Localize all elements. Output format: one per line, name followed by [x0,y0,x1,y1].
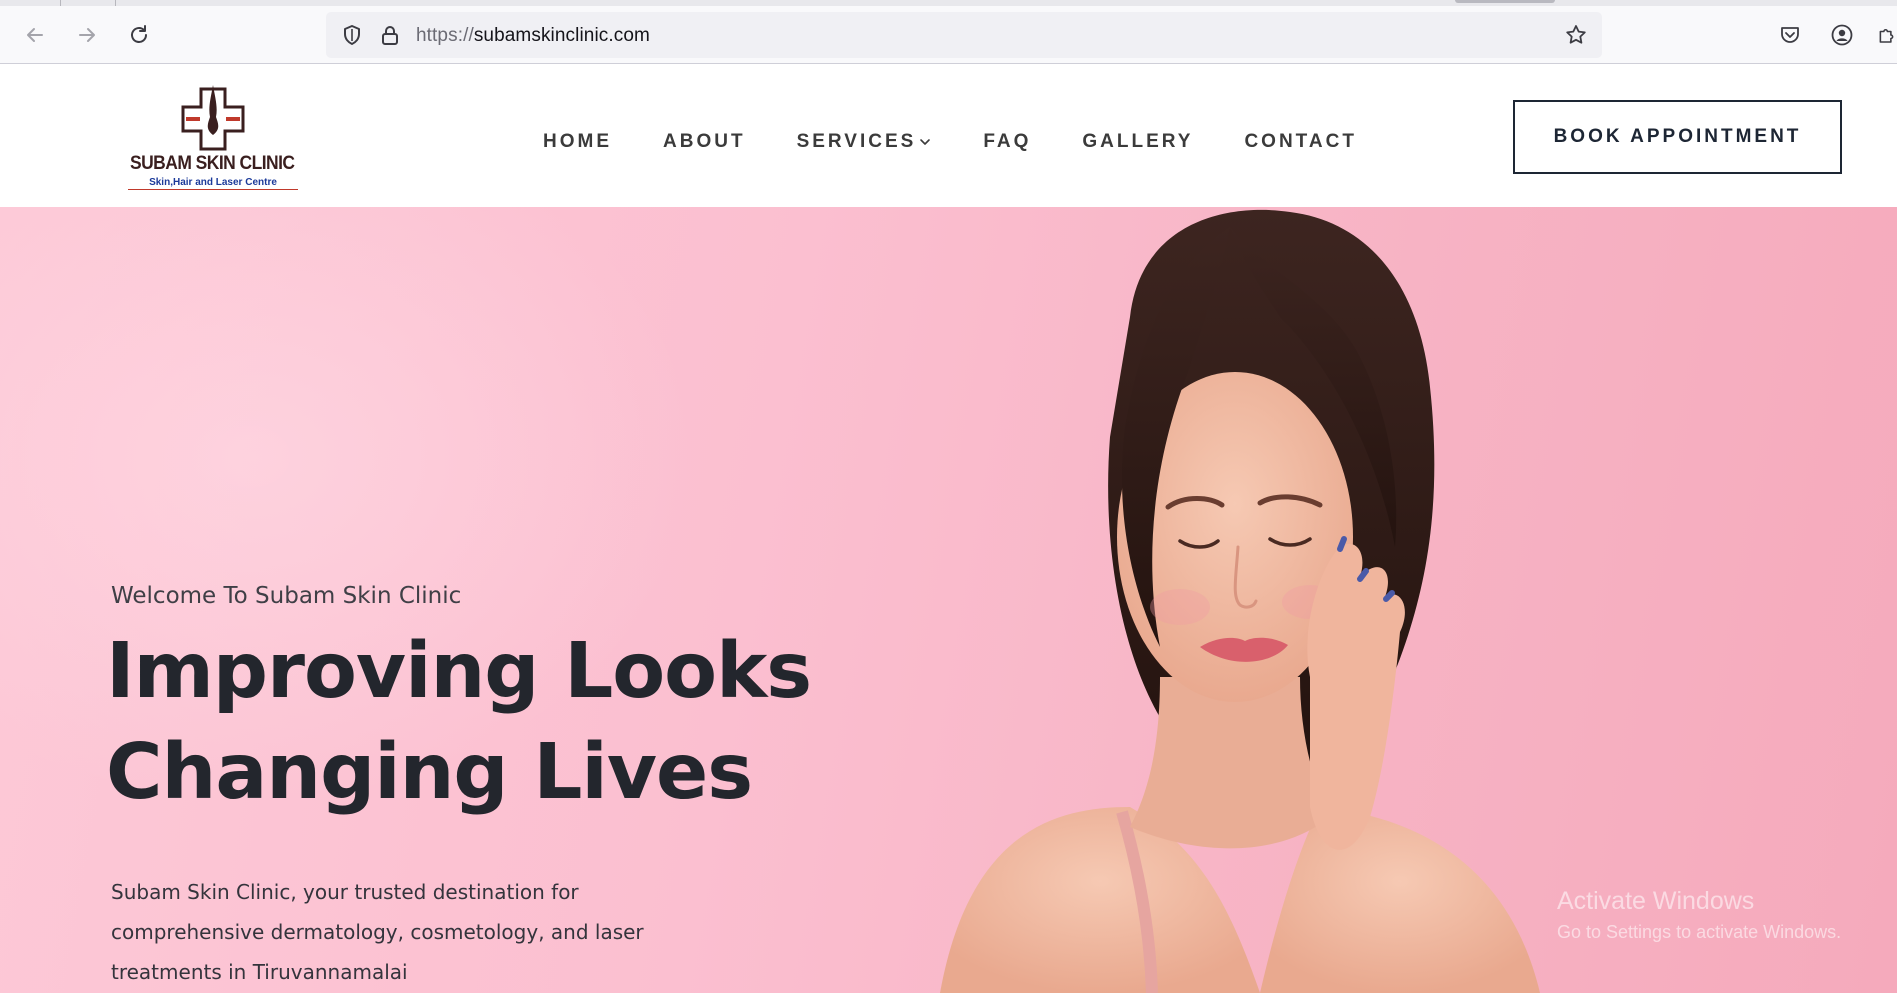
hero-title: Improving Looks Changing Lives [106,621,866,823]
hero-title-line-2: Changing Lives [106,728,753,817]
clinic-logo-name: SUBAM SKIN CLINIC [130,153,295,174]
hero-title-line-1: Improving Looks [106,627,812,716]
clinic-logo-icon [181,85,245,151]
forward-icon [79,28,95,42]
clinic-logo[interactable]: SUBAM SKIN CLINIC Skin,Hair and Laser Ce… [128,83,298,195]
nav-services-label: SERVICES [796,131,917,152]
nav-contact[interactable]: CONTACT [1244,131,1356,153]
account-button[interactable] [1826,19,1858,51]
hero-model-photo [940,209,1540,993]
nav-about[interactable]: ABOUT [663,131,746,153]
hero-welcome-text: Welcome To Subam Skin Clinic [111,583,462,609]
activate-windows-title: Activate Windows [1557,887,1755,915]
reload-button[interactable] [122,18,156,52]
hero-description: Subam Skin Clinic, your trusted destinat… [111,880,644,984]
extensions-icon [1879,29,1894,43]
nav-services[interactable]: SERVICES [797,131,933,153]
extensions-button[interactable] [1876,19,1897,51]
shield-icon[interactable] [340,23,364,47]
back-button[interactable] [18,18,52,52]
url-text[interactable]: https://subamskinclinic.com [416,25,650,47]
forward-button[interactable] [70,18,104,52]
main-navigation: HOME ABOUT SERVICES FAQ GALLERY CONTACT [543,128,1357,156]
nav-gallery[interactable]: GALLERY [1082,131,1193,153]
account-icon [1831,24,1853,46]
site-header: SUBAM SKIN CLINIC Skin,Hair and Laser Ce… [0,65,1897,207]
activate-windows-subtitle: Go to Settings to activate Windows. [1557,922,1842,942]
book-appointment-button[interactable]: BOOK APPOINTMENT [1513,100,1842,174]
lock-icon[interactable] [378,23,402,47]
url-host: subamskinclinic.com [473,25,650,46]
pocket-icon [1781,27,1799,43]
address-bar[interactable]: https://subamskinclinic.com [326,12,1602,58]
url-scheme: https:// [416,25,474,46]
reload-icon [131,25,147,43]
tab-indicator [1455,0,1555,3]
hero-section: Welcome To Subam Skin Clinic Improving L… [0,207,1897,993]
bookmark-star-icon[interactable] [1564,23,1588,47]
pocket-button[interactable] [1774,19,1806,51]
chevron-down-icon [920,139,931,145]
nav-faq[interactable]: FAQ [983,131,1031,153]
back-icon [27,28,43,42]
browser-toolbar: https://subamskinclinic.com [0,6,1897,64]
nav-home[interactable]: HOME [543,131,612,153]
clinic-logo-tagline: Skin,Hair and Laser Centre [128,177,298,190]
